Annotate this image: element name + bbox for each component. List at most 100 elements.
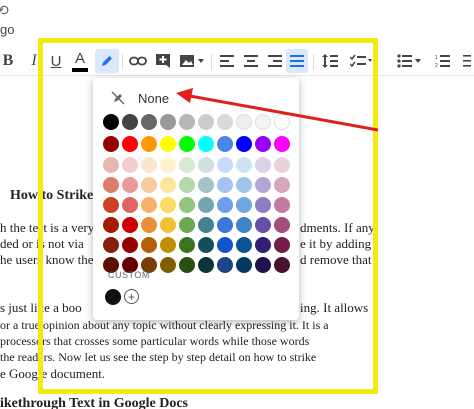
- color-swatch[interactable]: [236, 114, 252, 130]
- custom-color-swatch[interactable]: [105, 289, 121, 305]
- align-justify-button[interactable]: [286, 49, 308, 73]
- color-swatch[interactable]: [103, 177, 119, 193]
- align-center-button[interactable]: [242, 50, 260, 72]
- color-swatch[interactable]: [236, 257, 252, 273]
- color-swatch[interactable]: [122, 177, 138, 193]
- color-swatch[interactable]: [255, 177, 271, 193]
- line-spacing-button[interactable]: [320, 50, 340, 72]
- color-swatch[interactable]: [255, 136, 271, 152]
- history-icon[interactable]: ⟲: [0, 2, 9, 19]
- color-swatch[interactable]: [255, 157, 271, 173]
- color-swatch[interactable]: [255, 257, 271, 273]
- color-swatch[interactable]: [160, 177, 176, 193]
- color-swatch[interactable]: [122, 237, 138, 253]
- color-swatch[interactable]: [198, 257, 214, 273]
- color-swatch[interactable]: [160, 136, 176, 152]
- insert-image-button[interactable]: [177, 50, 207, 72]
- doc-title-fragment: go: [0, 22, 15, 37]
- numbered-list-button[interactable]: 1 2: [432, 50, 458, 72]
- color-swatch[interactable]: [274, 197, 290, 213]
- color-swatch[interactable]: [236, 157, 252, 173]
- color-swatch[interactable]: [160, 237, 176, 253]
- color-swatch[interactable]: [217, 114, 233, 130]
- color-swatch[interactable]: [217, 217, 233, 233]
- color-swatch[interactable]: [236, 177, 252, 193]
- color-swatch[interactable]: [103, 157, 119, 173]
- color-swatch[interactable]: [236, 197, 252, 213]
- color-swatch[interactable]: [160, 217, 176, 233]
- color-swatch[interactable]: [274, 114, 290, 130]
- color-swatch[interactable]: [103, 217, 119, 233]
- color-swatch[interactable]: [236, 217, 252, 233]
- color-swatch[interactable]: [160, 157, 176, 173]
- color-swatch[interactable]: [217, 177, 233, 193]
- color-swatch[interactable]: [198, 197, 214, 213]
- text-color-button[interactable]: A: [70, 50, 90, 72]
- color-swatch[interactable]: [274, 157, 290, 173]
- more-options-button[interactable]: [460, 50, 474, 72]
- color-swatch[interactable]: [274, 237, 290, 253]
- color-swatch[interactable]: [103, 114, 119, 130]
- color-swatch[interactable]: [122, 114, 138, 130]
- color-swatch[interactable]: [179, 136, 195, 152]
- color-swatch[interactable]: [160, 114, 176, 130]
- color-swatch[interactable]: [198, 237, 214, 253]
- color-swatch[interactable]: [141, 157, 157, 173]
- color-swatch[interactable]: [198, 136, 214, 152]
- color-swatch[interactable]: [122, 136, 138, 152]
- color-swatch[interactable]: [179, 257, 195, 273]
- align-right-button[interactable]: [266, 50, 284, 72]
- insert-link-button[interactable]: [128, 50, 148, 72]
- add-comment-button[interactable]: [153, 50, 173, 72]
- color-swatch[interactable]: [255, 237, 271, 253]
- italic-button[interactable]: I: [26, 50, 42, 72]
- underline-button[interactable]: U: [48, 50, 64, 72]
- highlight-color-button[interactable]: [95, 49, 119, 73]
- color-swatch[interactable]: [179, 217, 195, 233]
- color-swatch[interactable]: [160, 197, 176, 213]
- color-swatch[interactable]: [198, 114, 214, 130]
- highlight-none-option[interactable]: None: [93, 84, 299, 112]
- color-swatch[interactable]: [198, 177, 214, 193]
- color-swatch[interactable]: [198, 157, 214, 173]
- color-swatch[interactable]: [141, 114, 157, 130]
- color-swatch[interactable]: [122, 217, 138, 233]
- color-swatch[interactable]: [236, 136, 252, 152]
- color-swatch[interactable]: [141, 237, 157, 253]
- color-swatch[interactable]: [255, 217, 271, 233]
- color-swatch[interactable]: [217, 257, 233, 273]
- bold-button[interactable]: B: [0, 50, 16, 72]
- color-swatch[interactable]: [198, 217, 214, 233]
- bulleted-list-button[interactable]: [394, 50, 424, 72]
- color-swatch[interactable]: [274, 136, 290, 152]
- color-swatch[interactable]: [141, 136, 157, 152]
- add-custom-color-button[interactable]: +: [124, 289, 139, 304]
- color-swatch[interactable]: [141, 177, 157, 193]
- color-swatch[interactable]: [274, 177, 290, 193]
- color-swatch[interactable]: [274, 257, 290, 273]
- color-swatch[interactable]: [179, 177, 195, 193]
- color-swatch[interactable]: [217, 157, 233, 173]
- color-swatch[interactable]: [122, 157, 138, 173]
- color-swatch[interactable]: [274, 217, 290, 233]
- color-swatch[interactable]: [103, 237, 119, 253]
- color-swatch[interactable]: [217, 237, 233, 253]
- checklist-button[interactable]: [348, 50, 374, 72]
- color-swatch[interactable]: [179, 237, 195, 253]
- toolbar-divider: [211, 54, 212, 70]
- color-swatch[interactable]: [122, 197, 138, 213]
- color-swatch[interactable]: [179, 197, 195, 213]
- color-swatch[interactable]: [255, 197, 271, 213]
- color-swatch[interactable]: [217, 136, 233, 152]
- align-left-button[interactable]: [218, 50, 236, 72]
- color-swatch[interactable]: [179, 114, 195, 130]
- color-swatch[interactable]: [179, 157, 195, 173]
- color-swatch[interactable]: [217, 197, 233, 213]
- color-swatch[interactable]: [255, 114, 271, 130]
- color-swatch[interactable]: [236, 237, 252, 253]
- color-swatch[interactable]: [160, 257, 176, 273]
- color-swatch[interactable]: [103, 136, 119, 152]
- color-swatch[interactable]: [141, 197, 157, 213]
- color-swatch[interactable]: [141, 217, 157, 233]
- color-swatch[interactable]: [103, 197, 119, 213]
